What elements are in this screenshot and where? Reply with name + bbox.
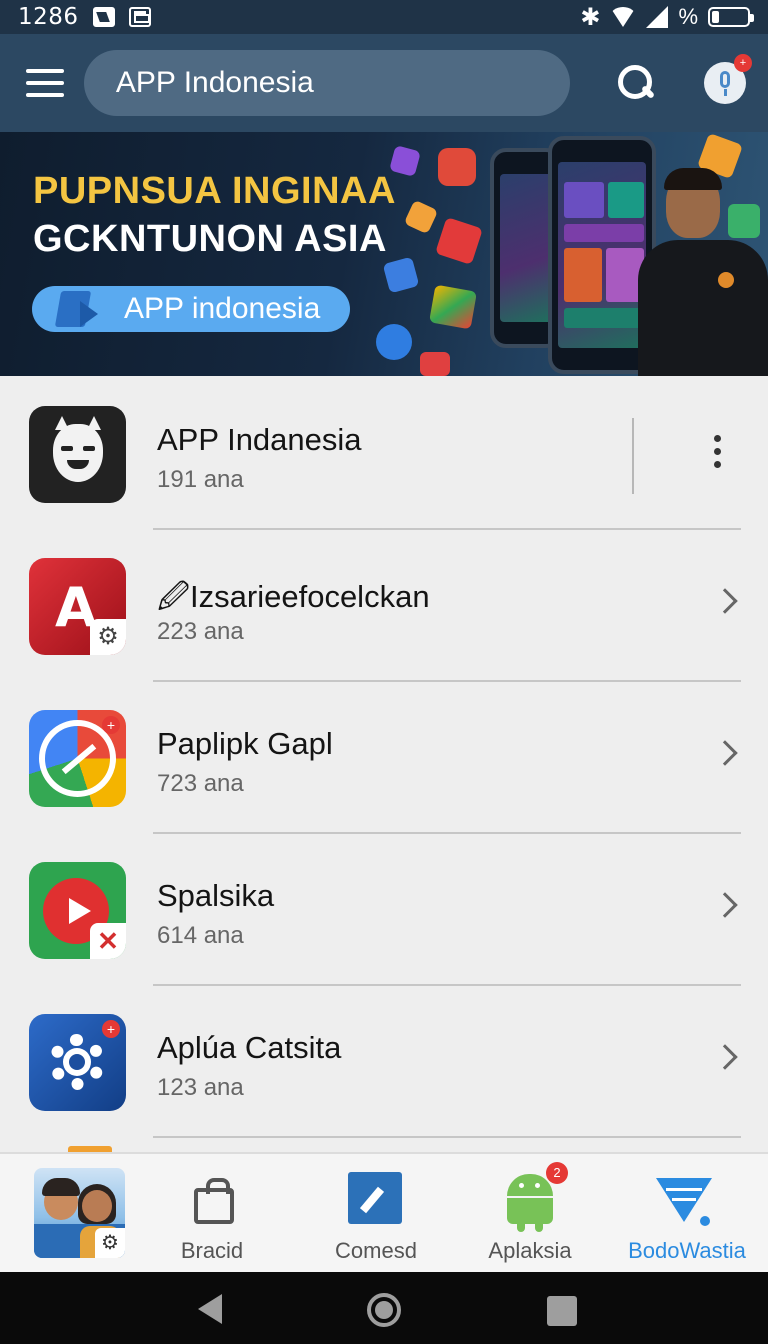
app-name: Paplipk Gapl [157,726,333,761]
chevron-right-icon [712,740,738,766]
mask-eye [61,446,73,451]
system-navigation-bar [0,1272,768,1344]
play-triangle [69,898,91,924]
app-name: APP Indanesia [157,422,362,457]
app-row[interactable]: A ⚙ 🖉Izsarieefocelckan 223 ana [0,528,768,682]
chat-bubble-icon [438,148,476,186]
gear-hole [69,1054,85,1070]
promo-banner[interactable]: PUPNSUA INGINAA GCKNTUNON ASIA APP indon… [0,132,768,376]
mask-eye [83,446,95,451]
close-badge-icon: ✕ [90,923,126,959]
funnel-icon [656,1178,712,1228]
funnel-dot [700,1216,710,1226]
red-a-app-icon: A ⚙ [29,558,126,655]
microphone-stem [724,89,728,96]
floating-app-icon [435,217,483,265]
floating-app-icon [376,324,412,360]
growth-chart-icon: + [29,710,126,807]
floating-app-icon [403,199,439,235]
status-right: ✱ % [580,3,754,32]
top-app-bar: APP Indonesia + [0,34,768,132]
app-count: 191 ana [157,466,244,493]
funnel-line [672,1198,696,1201]
chevron-right-icon [712,892,738,918]
status-left: 1286 [18,4,151,30]
app-count: 723 ana [157,770,244,797]
presenter-shirt [638,240,768,376]
phone-screen [500,174,552,322]
play-button-icon: ✕ [29,862,126,959]
mask-horn [55,416,69,430]
presenter-hair [664,168,722,190]
menu-icon[interactable] [26,69,64,97]
floating-app-icon [429,284,477,330]
bottom-navigation: ⚙ Bracid Comesd 2 Aplaksia BodoWastia [0,1152,768,1272]
funnel-line [666,1188,702,1191]
banner-button-label: APP indonesia [124,292,321,325]
battery-percent-label: % [678,4,698,29]
gear-icon: ⚙ [90,619,126,655]
screen-tile [564,182,604,218]
bluetooth-icon: ✱ [580,3,601,31]
banner-subtitle: GCKNTUNON ASIA [33,218,387,260]
status-time: 1286 [18,4,79,30]
floating-app-icon [382,256,420,294]
app-row[interactable]: + Paplipk Gapl 723 ana [0,680,768,834]
row-divider [153,1136,741,1138]
nav-item-bodowastia[interactable]: BodoWastia [0,1154,768,1274]
nfc-icon [92,7,115,27]
vertical-divider [632,418,634,494]
chevron-right-icon [712,588,738,614]
plus-badge: + [102,716,120,734]
app-count: 614 ana [157,922,244,949]
app-row[interactable]: ✕ Spalsika 614 ana [0,832,768,986]
app-row[interactable]: + Aplúa Catsita 123 ana [0,984,768,1138]
wifi-icon [610,7,637,27]
chevron-right-icon [712,1044,738,1070]
banner-title: PUPNSUA INGINAA [33,170,396,212]
play-store-icon [58,291,102,327]
plus-badge: + [102,1020,120,1038]
shirt-logo [718,272,734,288]
search-icon[interactable] [616,63,656,103]
app-count: 223 ana [157,618,244,645]
mask-face [53,416,103,482]
battery-icon [708,7,754,27]
banner-button[interactable]: APP indonesia [32,286,350,332]
recents-icon[interactable] [547,1296,577,1326]
nav-label-active: BodoWastia [628,1238,746,1263]
mask-mouth [67,460,89,469]
more-options-icon[interactable] [704,432,730,476]
app-name: Aplúa Catsita [157,1030,342,1065]
presenter-photo [632,168,768,376]
microphone-icon [720,71,731,88]
floating-app-icon [420,352,450,376]
status-bar: 1286 ✱ % [0,0,768,34]
microphone-badge: + [734,54,753,72]
gear-search-icon: + [29,1014,126,1111]
app-count: 123 ana [157,1074,244,1101]
mask-face-icon [29,406,126,503]
back-icon[interactable] [198,1294,222,1324]
signal-icon [646,6,669,28]
app-row[interactable]: APP Indanesia 191 ana [0,376,768,530]
app-name: Spalsika [157,878,275,913]
microphone-button[interactable]: + [704,54,753,104]
screen-tile [564,248,602,302]
mask-horn [87,416,101,430]
app-list: APP Indanesia 191 ana A ⚙ 🖉Izsarieefocel… [0,376,768,1152]
home-icon[interactable] [367,1293,401,1327]
search-input[interactable]: APP Indonesia [83,50,571,116]
save-icon [128,7,151,27]
